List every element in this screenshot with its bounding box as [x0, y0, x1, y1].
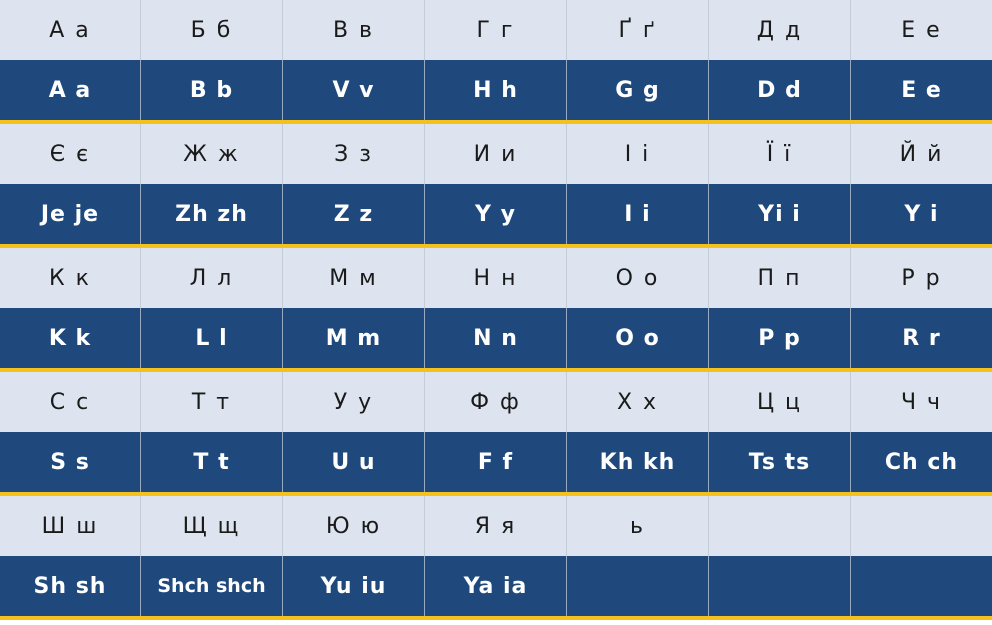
cyrillic-letter-cell: П п [709, 248, 851, 308]
cyrillic-letter-cell: Т т [141, 372, 283, 432]
cyrillic-letter-cell: У у [283, 372, 425, 432]
transliteration-table: А а Б б В в Г г Ґ ґ Д д Е е A a B b V v … [0, 0, 992, 625]
cyrillic-letter-cell: Ц ц [709, 372, 851, 432]
latin-row: K k L l M m N n O o P p R r [0, 308, 992, 368]
latin-letter-cell: T t [141, 432, 283, 492]
latin-letter-cell: S s [0, 432, 141, 492]
latin-letter-cell: I i [567, 184, 709, 244]
latin-letter-cell: Y i [904, 201, 939, 227]
cyrillic-letter-cell: Б б [141, 0, 283, 60]
latin-row: S s T t U u F f Kh kh Ts ts Ch ch [0, 432, 992, 492]
empty-cell [851, 496, 992, 556]
latin-letter-cell: Yu iu [283, 556, 425, 616]
latin-letter-cell: Z z [283, 184, 425, 244]
cyrillic-letter-cell: Є є [0, 124, 141, 184]
latin-letter-cell: Yi i [709, 184, 851, 244]
latin-letter-cell: Y y [425, 184, 567, 244]
latin-letter-cell: R r [902, 325, 941, 351]
latin-letter-cell: B b [141, 60, 283, 120]
cyrillic-letter-cell: В в [283, 0, 425, 60]
cyrillic-letter-cell: Ч ч [900, 389, 943, 415]
cyrillic-letter-cell: О о [567, 248, 709, 308]
latin-letter-cell: N n [425, 308, 567, 368]
cyrillic-letter-cell: М м [283, 248, 425, 308]
cyrillic-letter-cell: Л л [141, 248, 283, 308]
cyrillic-letter-cell: Ґ ґ [567, 0, 709, 60]
latin-letter-cell: Kh kh [567, 432, 709, 492]
cyrillic-letter-cell: К к [0, 248, 141, 308]
cyrillic-letter-cell: З з [283, 124, 425, 184]
letter-group-1: А а Б б В в Г г Ґ ґ Д д Е е A a B b V v … [0, 0, 992, 124]
latin-letter-cell: Ch ch [884, 449, 959, 475]
latin-letter-cell: A a [0, 60, 141, 120]
latin-letter-cell: Shch shch [141, 556, 283, 616]
letter-group-4: С с Т т У у Ф ф Х х Ц ц Ч ч S s T t U u … [0, 372, 992, 496]
cyrillic-letter-cell: Ю ю [283, 496, 425, 556]
latin-letter-cell: L l [141, 308, 283, 368]
empty-cell [709, 496, 851, 556]
latin-letter-cell: K k [0, 308, 141, 368]
cyrillic-letter-cell: Н н [425, 248, 567, 308]
cyrillic-letter-cell: Ш ш [0, 496, 141, 556]
empty-cell [851, 556, 992, 616]
cyrillic-row: К к Л л М м Н н О о П п Р р [0, 248, 992, 308]
cyrillic-row: Є є Ж ж З з И и І і Ї ї Й й [0, 124, 992, 184]
cyrillic-letter-cell: Ф ф [425, 372, 567, 432]
cyrillic-letter-cell: ь [567, 496, 709, 556]
latin-letter-cell: E e [901, 77, 942, 103]
cyrillic-row: С с Т т У у Ф ф Х х Ц ц Ч ч [0, 372, 992, 432]
empty-cell [709, 556, 851, 616]
empty-cell [567, 556, 709, 616]
latin-letter-cell: Ya ia [425, 556, 567, 616]
cyrillic-letter-cell: І і [567, 124, 709, 184]
letter-group-3: К к Л л М м Н н О о П п Р р K k L l M m … [0, 248, 992, 372]
latin-letter-cell: G g [567, 60, 709, 120]
letter-group-2: Є є Ж ж З з И и І і Ї ї Й й Je je Zh zh … [0, 124, 992, 248]
letter-group-5: Ш ш Щ щ Ю ю Я я ь Sh sh Shch shch Yu iu … [0, 496, 992, 620]
latin-letter-cell: Sh sh [0, 556, 141, 616]
cyrillic-letter-cell: А а [0, 0, 141, 60]
cyrillic-row: Ш ш Щ щ Ю ю Я я ь [0, 496, 992, 556]
latin-letter-cell: D d [709, 60, 851, 120]
cyrillic-letter-cell: Х х [567, 372, 709, 432]
latin-row: A a B b V v H h G g D d E e [0, 60, 992, 120]
cyrillic-letter-cell: Й й [899, 141, 944, 167]
cyrillic-letter-cell: Р р [901, 265, 942, 291]
cyrillic-letter-cell: Ї ї [709, 124, 851, 184]
latin-letter-cell: M m [283, 308, 425, 368]
row-separator [0, 616, 992, 620]
latin-letter-cell: O o [567, 308, 709, 368]
latin-letter-cell: Ts ts [709, 432, 851, 492]
latin-letter-cell: Je je [0, 184, 141, 244]
latin-row: Je je Zh zh Z z Y y I i Yi i Y i [0, 184, 992, 244]
cyrillic-row: А а Б б В в Г г Ґ ґ Д д Е е [0, 0, 992, 60]
latin-letter-cell: P p [709, 308, 851, 368]
cyrillic-letter-cell: Щ щ [141, 496, 283, 556]
cyrillic-letter-cell: С с [0, 372, 141, 432]
latin-letter-cell: H h [425, 60, 567, 120]
latin-letter-cell: V v [283, 60, 425, 120]
latin-letter-cell: F f [425, 432, 567, 492]
latin-letter-cell: Zh zh [141, 184, 283, 244]
latin-row: Sh sh Shch shch Yu iu Ya ia [0, 556, 992, 616]
cyrillic-letter-cell: Я я [425, 496, 567, 556]
cyrillic-letter-cell: Г г [425, 0, 567, 60]
latin-letter-cell: U u [283, 432, 425, 492]
cyrillic-letter-cell: Д д [709, 0, 851, 60]
cyrillic-letter-cell: И и [425, 124, 567, 184]
cyrillic-letter-cell: Е е [901, 17, 942, 43]
cyrillic-letter-cell: Ж ж [141, 124, 283, 184]
